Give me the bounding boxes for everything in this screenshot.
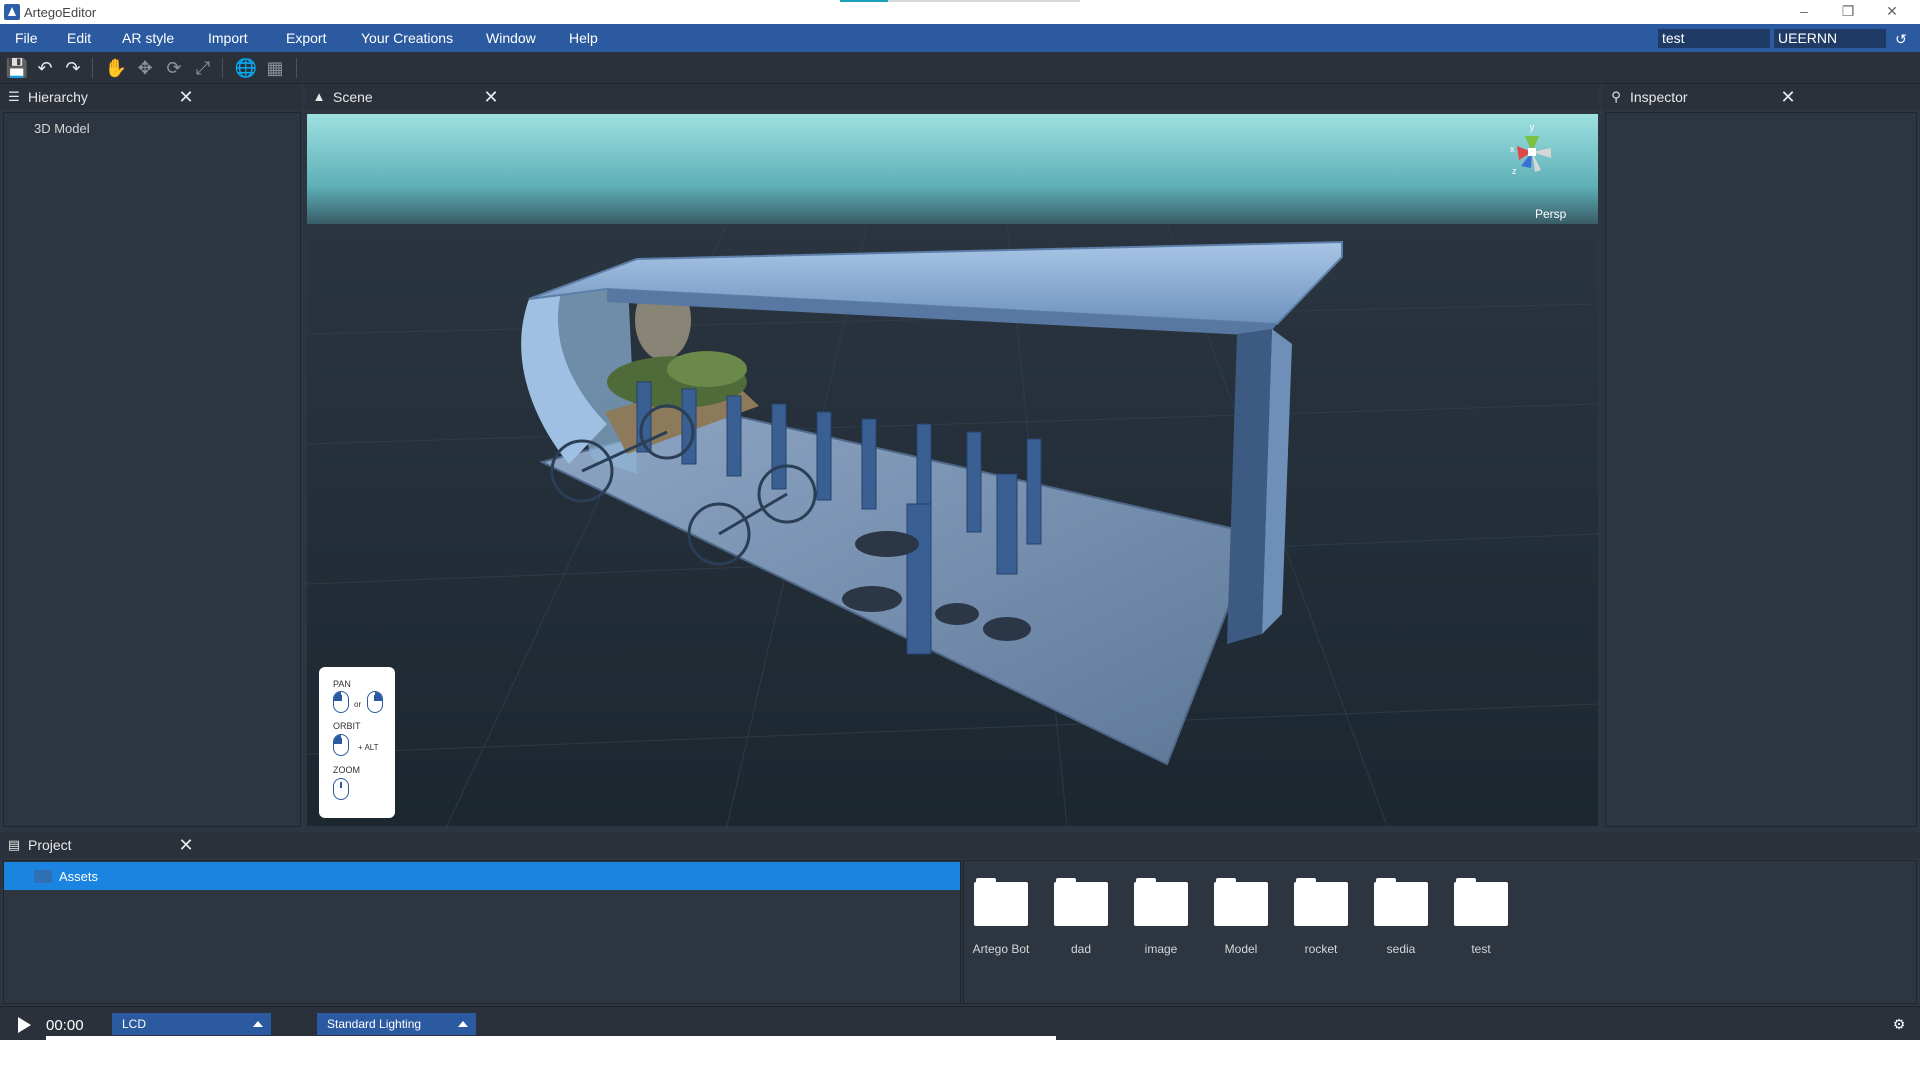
redo-icon[interactable]: ↷ [61,56,85,80]
gizmo-y-label: y [1530,122,1535,132]
chevron-up-icon [458,1021,468,1027]
left-mouse-icon [333,734,349,756]
menu-bar: File Edit AR style Import Export Your Cr… [0,24,1920,52]
inspector-panel [1605,112,1917,827]
folder-label: image [1144,942,1178,956]
toolbar-divider [92,58,93,78]
scroll-wheel-icon [333,778,349,800]
hand-icon[interactable]: ✋ [104,56,128,80]
minimize-icon[interactable]: – [1782,0,1826,24]
orbit-label: ORBIT [333,721,361,731]
folder-icon[interactable] [1134,878,1188,928]
hierarchy-item-3d-model[interactable]: 3D Model [34,121,90,136]
grid-icon[interactable]: ▦ [263,56,287,80]
folder-icon[interactable] [1054,878,1108,928]
menu-your-creations[interactable]: Your Creations [361,24,453,52]
menu-help[interactable]: Help [569,24,598,52]
loading-progress-fill [840,0,888,2]
folder-icon[interactable] [1214,878,1268,928]
folder-icon[interactable] [1294,878,1348,928]
folder-label: sedia [1386,942,1416,956]
play-icon[interactable] [18,1017,31,1033]
playback-bar: 00:00 LCD Standard Lighting ⚙ [0,1006,1920,1040]
gizmo-x-label: x [1510,144,1515,154]
folder-label: dad [1070,942,1092,956]
move-icon[interactable]: ✥ [133,56,157,80]
folder-icon [34,870,52,883]
undo-icon[interactable]: ↶ [33,56,57,80]
playback-time: 00:00 [46,1017,84,1034]
menu-window[interactable]: Window [486,24,536,52]
menu-edit[interactable]: Edit [67,24,91,52]
toolbar-divider [222,58,223,78]
display-mode-dropdown[interactable]: LCD [112,1013,271,1035]
project-header: ▤ Project ✕ [0,832,1920,858]
project-title: Project [28,837,72,853]
folder-label: test [1471,942,1491,956]
window-title: ArtegoEditor [24,5,97,20]
folder-icon[interactable] [1374,878,1428,928]
right-mouse-icon [367,691,383,713]
left-mouse-icon [333,691,349,713]
menu-file[interactable]: File [15,24,38,52]
hierarchy-panel: 3D Model [3,112,301,827]
pan-label: PAN [333,679,351,689]
robot-icon[interactable]: ⚙ [1888,1015,1910,1033]
gizmo-z-label: z [1512,166,1517,176]
zoom-label: ZOOM [333,765,360,775]
globe-icon[interactable]: 🌐 [234,56,258,80]
close-hierarchy-icon[interactable]: ✕ [176,86,196,108]
folder-label: Model [1224,942,1258,956]
folder-icon[interactable] [974,878,1028,928]
scene-icon: ▲ [312,89,326,104]
menu-export[interactable]: Export [286,24,326,52]
close-inspector-icon[interactable]: ✕ [1778,86,1798,108]
restore-icon[interactable]: ❐ [1826,0,1870,24]
hierarchy-header: ☰ Hierarchy ✕ [0,84,302,110]
editor-window: ArtegoEditor – ❐ ✕ File Edit AR style Im… [0,0,1920,1040]
scene-title: Scene [333,89,373,105]
chevron-up-icon [253,1021,263,1027]
folder-icon[interactable] [1454,878,1508,928]
menu-import[interactable]: Import [208,24,248,52]
close-icon[interactable]: ✕ [1870,0,1914,24]
lighting-dropdown[interactable]: Standard Lighting [317,1013,476,1035]
toolbar-divider [296,58,297,78]
scene-viewport[interactable]: y x z Persp PAN or ORBIT + ALT ZOOM [307,114,1598,826]
or-label: or [354,700,362,709]
title-bar: ArtegoEditor – ❐ ✕ [0,0,1920,24]
display-mode-value: LCD [122,1017,147,1031]
project-icon: ▤ [7,837,21,852]
close-project-icon[interactable]: ✕ [176,834,196,856]
axis-gizmo[interactable]: y x z [1497,122,1567,192]
close-scene-icon[interactable]: ✕ [481,86,501,108]
app-logo-icon [4,4,20,20]
menu-ar-style[interactable]: AR style [122,24,174,52]
scene-render [307,114,1598,826]
share-icon[interactable]: ↺ [1892,30,1910,48]
hierarchy-icon: ☰ [8,89,20,104]
folder-label: rocket [1304,942,1338,956]
folder-label: Artego Bot [972,942,1030,956]
project-name-field[interactable] [1658,29,1770,48]
inspector-icon: ⚲ [1611,89,1621,104]
timeline-track[interactable] [46,1036,1056,1040]
toolbar: 💾 ↶ ↷ ✋ ✥ ⟳ ⤢ 🌐 ▦ [0,52,1920,84]
loading-progress [840,0,1080,2]
view-mode-label[interactable]: Persp [1535,207,1566,221]
scale-icon[interactable]: ⤢ [191,56,215,80]
user-name-field[interactable] [1774,29,1886,48]
rotate-icon[interactable]: ⟳ [162,56,186,80]
tree-item-assets[interactable]: Assets [4,862,960,890]
save-icon[interactable]: 💾 [5,56,29,80]
hierarchy-title: Hierarchy [28,89,88,105]
inspector-header: ⚲ Inspector ✕ [1602,84,1920,110]
navigation-help-card: PAN or ORBIT + ALT ZOOM [319,667,395,818]
alt-label: + ALT [358,743,379,752]
scene-header: ▲ Scene ✕ [305,84,1599,110]
inspector-title: Inspector [1630,89,1688,105]
lighting-value: Standard Lighting [327,1017,422,1031]
tree-item-label: Assets [59,869,99,884]
